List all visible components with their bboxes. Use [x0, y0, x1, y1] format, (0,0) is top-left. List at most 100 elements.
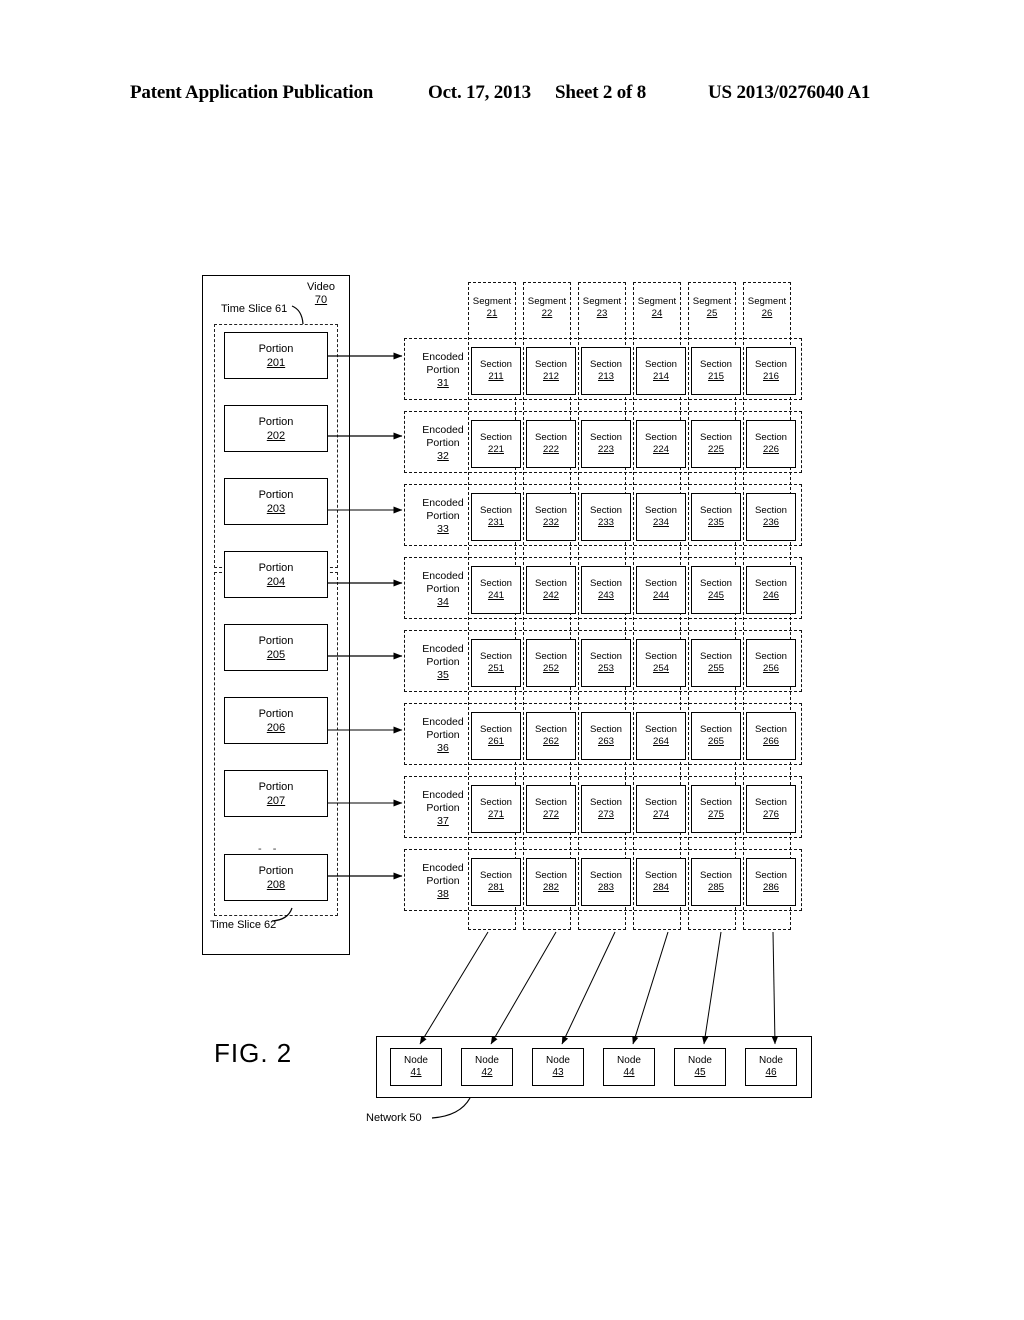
section-title: Section: [645, 724, 677, 735]
portion-title: Portion: [258, 707, 294, 720]
section-cell-256: Section 256: [746, 639, 796, 687]
section-title: Section: [700, 651, 732, 662]
segment-title: Segment: [747, 296, 787, 307]
section-title: Section: [755, 797, 787, 808]
section-title: Section: [700, 578, 732, 589]
portion-ref: 204: [266, 575, 286, 588]
section-ref: 223: [597, 444, 614, 455]
encoded-ref: 34: [437, 595, 449, 608]
section-ref: 255: [707, 663, 724, 674]
node-ref: 42: [481, 1067, 493, 1078]
section-cell-215: Section 215: [691, 347, 741, 395]
portion-title: Portion: [258, 415, 294, 428]
encoded-line1: Encoded: [422, 788, 464, 801]
segment-header-24: Segment 24: [633, 284, 681, 332]
section-ref: 245: [707, 590, 724, 601]
section-cell-231: Section 231: [471, 493, 521, 541]
section-title: Section: [590, 797, 622, 808]
section-cell-262: Section 262: [526, 712, 576, 760]
leader-network-50: [431, 1097, 471, 1119]
encoded-line1: Encoded: [422, 350, 464, 363]
encoded-ref: 33: [437, 522, 449, 535]
node-box-41: Node 41: [390, 1048, 442, 1086]
section-ref: 211: [488, 371, 504, 382]
section-ref: 246: [762, 590, 779, 601]
section-cell-281: Section 281: [471, 858, 521, 906]
section-cell-212: Section 212: [526, 347, 576, 395]
portion-ref: 208: [266, 878, 286, 891]
section-ref: 241: [487, 590, 504, 601]
section-cell-222: Section 222: [526, 420, 576, 468]
section-title: Section: [755, 578, 787, 589]
encoded-portion-label-38: Encoded Portion 38: [411, 856, 475, 906]
section-title: Section: [700, 432, 732, 443]
section-ref: 265: [707, 736, 724, 747]
section-title: Section: [535, 505, 567, 516]
section-title: Section: [645, 578, 677, 589]
node-ref: 41: [410, 1067, 422, 1078]
section-title: Section: [480, 432, 512, 443]
section-cell-225: Section 225: [691, 420, 741, 468]
encoded-portion-row-31: Encoded Portion 31 Section 211 Section 212…: [404, 338, 802, 400]
section-cell-283: Section 283: [581, 858, 631, 906]
section-cell-243: Section 243: [581, 566, 631, 614]
section-title: Section: [700, 797, 732, 808]
portion-ref: 206: [266, 721, 286, 734]
section-title: Section: [535, 870, 567, 881]
section-title: Section: [700, 724, 732, 735]
segment-header-23: Segment 23: [578, 284, 626, 332]
node-box-42: Node 42: [461, 1048, 513, 1086]
section-cell-221: Section 221: [471, 420, 521, 468]
arrow-segment25-to-node45: [701, 931, 722, 1045]
section-ref: 276: [762, 809, 779, 820]
section-title: Section: [590, 505, 622, 516]
section-cell-274: Section 274: [636, 785, 686, 833]
node-ref: 43: [552, 1067, 564, 1078]
section-ref: 235: [707, 517, 724, 528]
portion-ref: 201: [266, 356, 286, 369]
node-box-45: Node 45: [674, 1048, 726, 1086]
section-cell-271: Section 271: [471, 785, 521, 833]
arrow-segment21-to-node41: [419, 931, 489, 1045]
encoded-portion-label-37: Encoded Portion 37: [411, 783, 475, 833]
section-cell-264: Section 264: [636, 712, 686, 760]
encoded-line1: Encoded: [422, 496, 464, 509]
node-ref: 45: [694, 1067, 706, 1078]
section-cell-252: Section 252: [526, 639, 576, 687]
network-label: Network 50: [366, 1112, 422, 1124]
section-ref: 224: [652, 444, 669, 455]
encoded-portion-row-36: Encoded Portion 36 Section 261 Section 262…: [404, 703, 802, 765]
segment-header-22: Segment 22: [523, 284, 571, 332]
video-ref: 70: [314, 294, 328, 306]
encoded-ref: 38: [437, 887, 449, 900]
section-title: Section: [700, 359, 732, 370]
encoded-line1: Encoded: [422, 642, 464, 655]
node-box-46: Node 46: [745, 1048, 797, 1086]
section-cell-254: Section 254: [636, 639, 686, 687]
section-title: Section: [755, 651, 787, 662]
section-title: Section: [535, 432, 567, 443]
portion-box-208: Portion 208: [224, 854, 328, 901]
section-cell-286: Section 286: [746, 858, 796, 906]
encoded-line2: Portion: [426, 363, 460, 376]
encoded-portion-row-35: Encoded Portion 35 Section 251 Section 252…: [404, 630, 802, 692]
portion-title: Portion: [258, 864, 294, 877]
encoded-ref: 36: [437, 741, 449, 754]
section-title: Section: [480, 505, 512, 516]
portion-box-204: Portion 204: [224, 551, 328, 598]
section-cell-273: Section 273: [581, 785, 631, 833]
section-cell-216: Section 216: [746, 347, 796, 395]
section-ref: 213: [597, 371, 614, 382]
encoded-portion-label-34: Encoded Portion 34: [411, 564, 475, 614]
section-ref: 225: [707, 444, 724, 455]
time-slice-61-label: Time Slice 61: [221, 303, 288, 315]
section-ref: 215: [707, 371, 724, 382]
patent-figure: Video 70 Time Slice 61 Time Slice 62 Por…: [0, 0, 1024, 1320]
section-cell-241: Section 241: [471, 566, 521, 614]
section-title: Section: [590, 359, 622, 370]
section-ref: 282: [542, 882, 559, 893]
section-cell-224: Section 224: [636, 420, 686, 468]
section-ref: 264: [652, 736, 669, 747]
section-title: Section: [700, 870, 732, 881]
node-title: Node: [759, 1054, 783, 1066]
